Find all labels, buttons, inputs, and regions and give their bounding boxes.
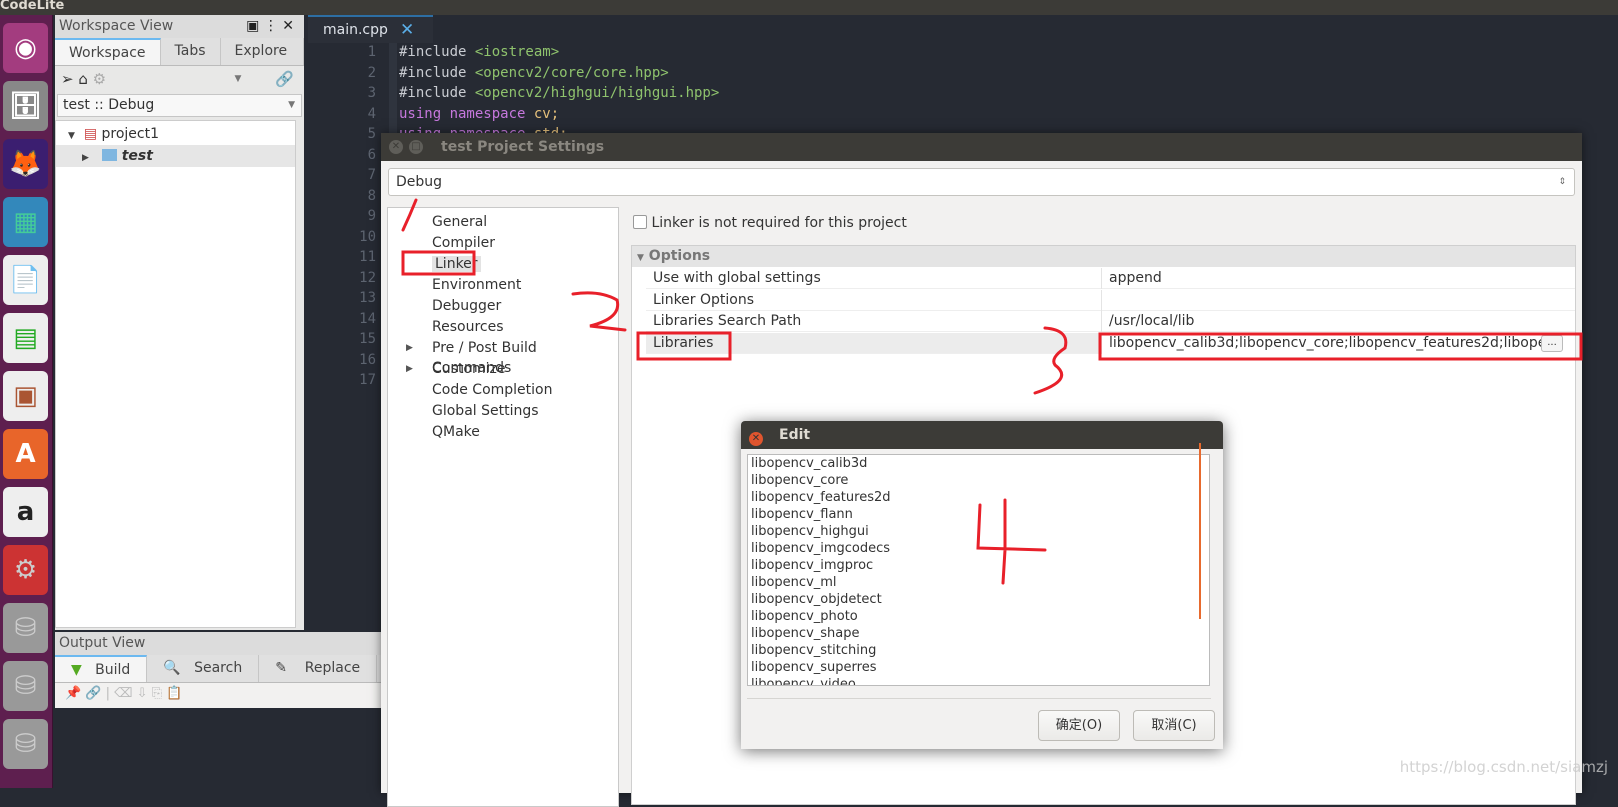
- annotation-box-libraries-value: [1098, 332, 1583, 361]
- watermark: https://blog.csdn.net/siamzj: [1399, 758, 1608, 776]
- annotation-1: [401, 198, 418, 232]
- annotation-layer: [401, 198, 1583, 585]
- annotation-box-libraries: [636, 331, 732, 361]
- annotation-4: [976, 498, 1047, 585]
- annotation-3: [1033, 326, 1068, 395]
- annotation-2: [571, 291, 627, 332]
- annotation-box-linker: [401, 250, 476, 276]
